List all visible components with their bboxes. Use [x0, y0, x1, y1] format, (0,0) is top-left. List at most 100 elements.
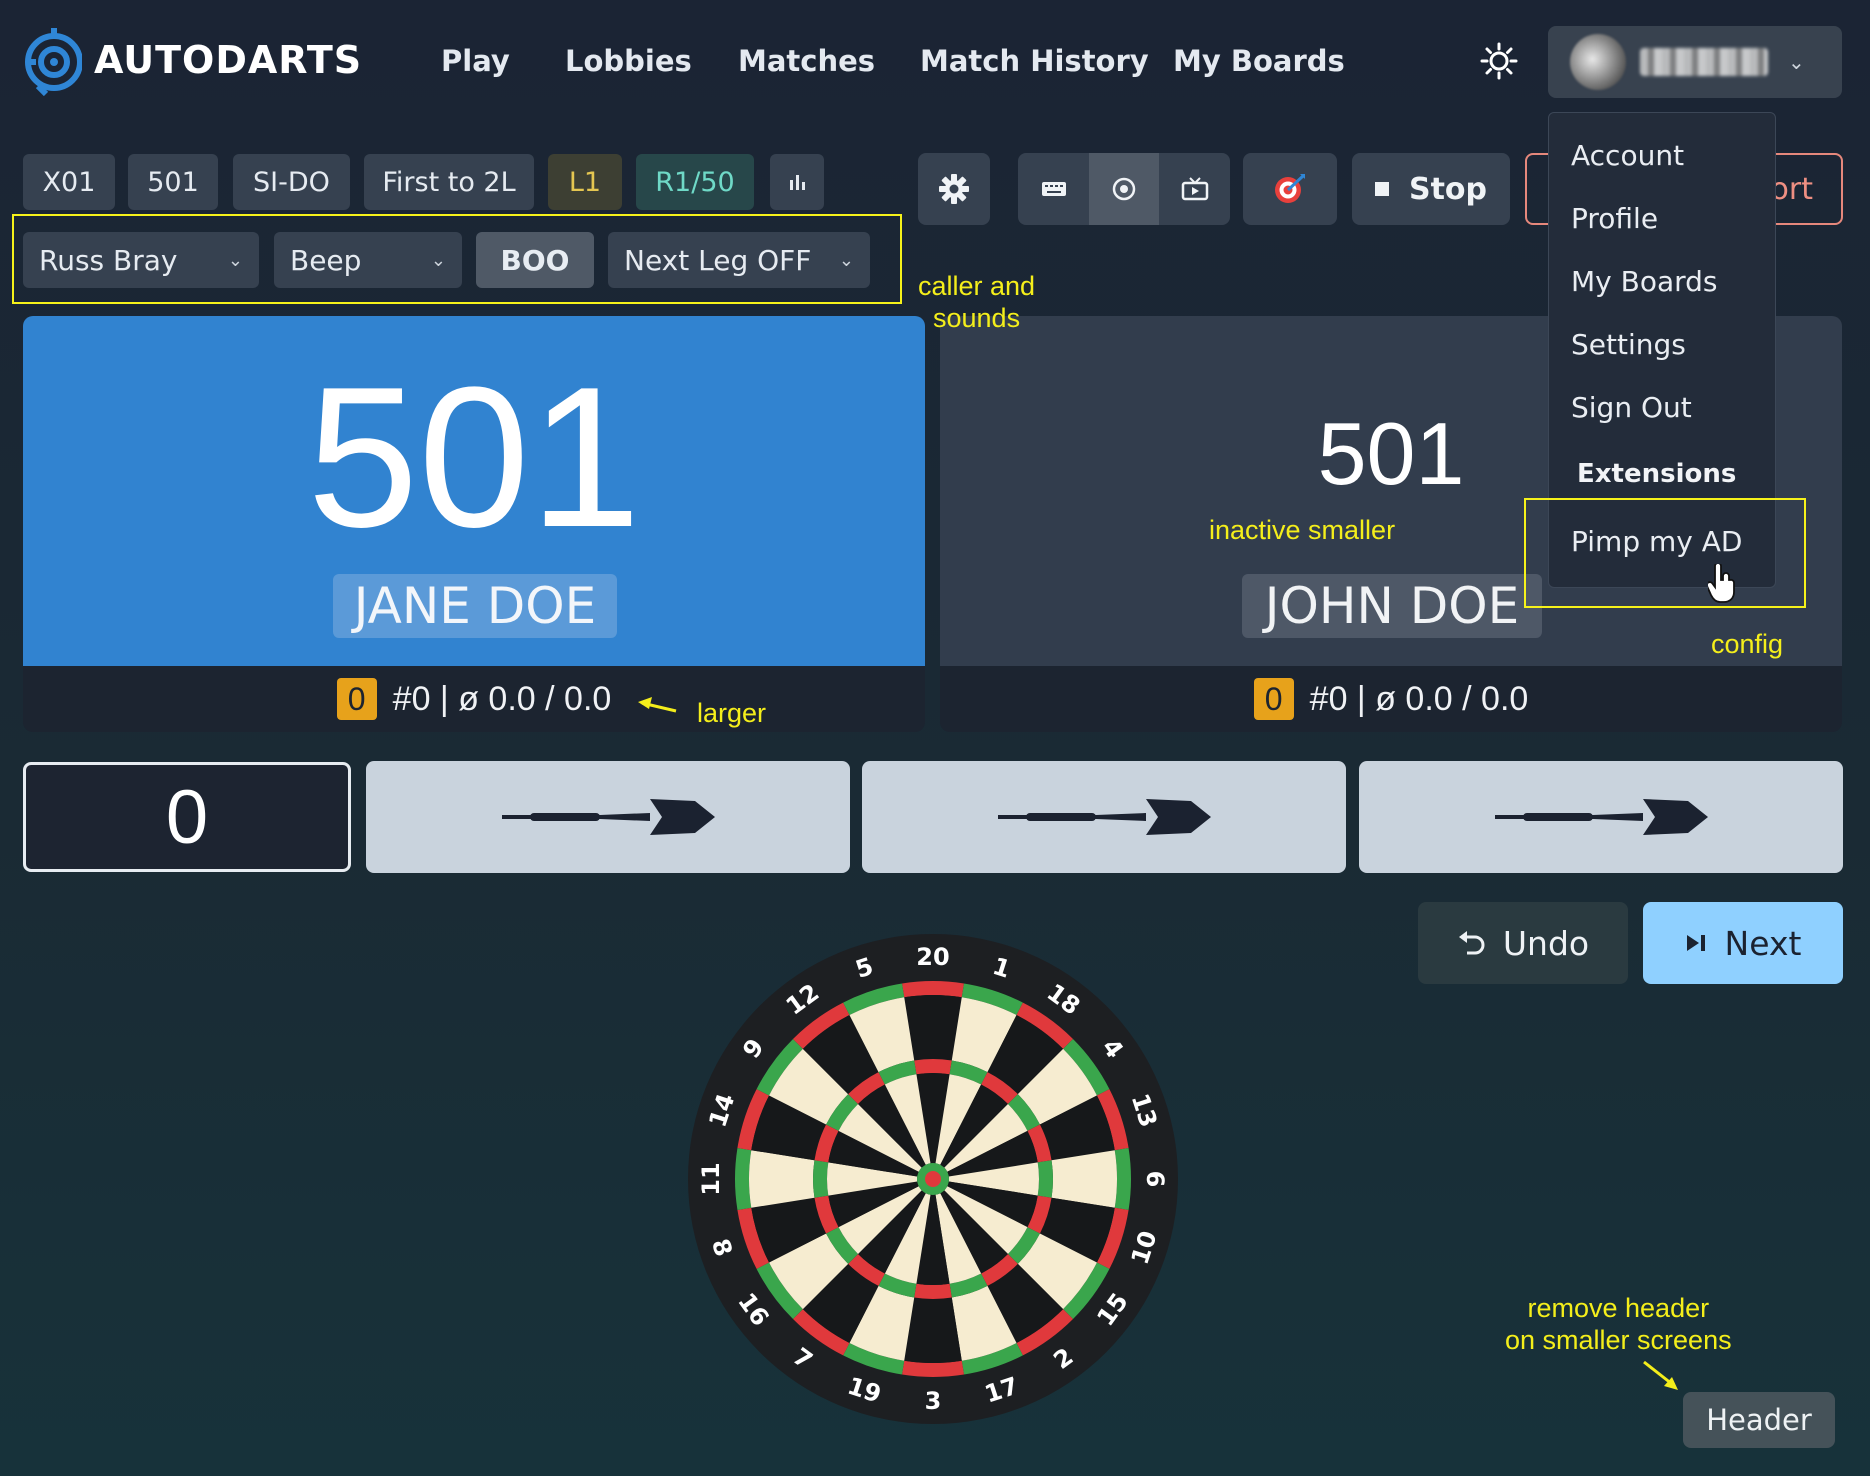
double-segment[interactable] — [735, 1148, 752, 1210]
player-card-active[interactable]: 501 JANE DOE 0 #0 | ø 0.0 / 0.0 — [23, 316, 925, 732]
stop-label: Stop — [1408, 171, 1488, 207]
dart-slot-2[interactable] — [862, 761, 1346, 873]
triple-segment[interactable] — [813, 1160, 829, 1198]
dartboard[interactable]: 20 11841361015217319716811149125 — [688, 934, 1178, 1424]
double-segment[interactable] — [902, 981, 964, 998]
chip-start-score[interactable]: 501 — [128, 154, 218, 210]
next-leg-select-value: Next Leg OFF — [624, 243, 812, 277]
outer-single-segment[interactable] — [904, 1297, 962, 1363]
board-view-button[interactable] — [1089, 153, 1159, 225]
hand-cursor-icon — [1708, 564, 1735, 603]
sound-select-value: Beep — [290, 243, 362, 277]
stop-button[interactable]: Stop — [1352, 153, 1510, 225]
next-button[interactable]: Next — [1643, 902, 1843, 984]
triple-segment[interactable] — [914, 1283, 952, 1299]
menu-item-account[interactable]: Account — [1571, 139, 1684, 172]
bullseye[interactable] — [925, 1171, 941, 1187]
logo[interactable]: AUTODARTS — [22, 24, 362, 96]
nav-play[interactable]: Play — [441, 44, 510, 78]
player-card-body: 501 JANE DOE — [23, 316, 925, 666]
turn-points: 0 — [23, 762, 351, 872]
settings-button[interactable] — [918, 153, 990, 225]
gear-icon — [939, 174, 969, 204]
annotation-remove-header-text: remove header on smaller screens — [1505, 1293, 1732, 1355]
username-redacted — [1640, 48, 1768, 76]
stop-icon — [1374, 182, 1389, 196]
double-segment[interactable] — [902, 1360, 964, 1377]
boo-button[interactable]: BOO — [476, 232, 594, 288]
menu-item-sign-out[interactable]: Sign Out — [1571, 391, 1692, 424]
player-stats-text: #0 | ø 0.0 / 0.0 — [1309, 679, 1529, 718]
outer-single-segment[interactable] — [749, 1150, 815, 1208]
dart-slot-3[interactable] — [1359, 761, 1843, 873]
annotation-arrow-header — [1643, 1360, 1678, 1390]
board-number: 11 — [697, 1162, 725, 1195]
export-label: ort — [1770, 171, 1813, 207]
player-stats-text: #0 | ø 0.0 / 0.0 — [392, 679, 612, 718]
chip-round-number[interactable]: R1/50 — [636, 154, 754, 210]
menu-heading-extensions: Extensions — [1577, 459, 1737, 489]
dart-icon — [998, 799, 1211, 835]
dart-icon — [502, 799, 715, 835]
menu-item-my-boards[interactable]: My Boards — [1571, 265, 1718, 298]
annotation-caller-sounds: caller and sounds — [918, 270, 1035, 334]
chevron-down-icon: ⌄ — [1788, 50, 1805, 74]
dart-slot-1[interactable] — [366, 761, 850, 873]
keyboard-icon — [1041, 182, 1066, 196]
dart-icon — [1495, 799, 1708, 835]
annotation-config: config — [1711, 629, 1784, 659]
pimp-highlight-box — [1524, 498, 1806, 608]
sound-select[interactable]: Beep ⌄ — [274, 232, 462, 288]
target-icon — [1112, 177, 1136, 201]
stats-icon[interactable] — [770, 154, 824, 210]
player-name: JOHN DOE — [1242, 574, 1542, 638]
triple-segment[interactable] — [914, 1059, 952, 1075]
user-menu-button[interactable]: ⌄ — [1548, 26, 1842, 98]
broadcast-view-button[interactable] — [1159, 153, 1230, 225]
tv-icon — [1181, 177, 1208, 201]
header-toggle-button[interactable]: Header — [1683, 1392, 1835, 1448]
chevron-down-icon: ⌄ — [430, 249, 446, 271]
annotation-caller-text: caller and sounds — [918, 271, 1036, 333]
leg-badge: 0 — [336, 678, 377, 720]
undo-button[interactable]: Undo — [1418, 902, 1628, 984]
caller-select[interactable]: Russ Bray ⌄ — [23, 232, 259, 288]
menu-item-settings[interactable]: Settings — [1571, 328, 1686, 361]
nav-lobbies[interactable]: Lobbies — [565, 44, 692, 78]
annotation-larger: larger — [697, 698, 767, 728]
chevron-down-icon: ⌄ — [227, 249, 243, 271]
player-stats: 0 #0 | ø 0.0 / 0.0 — [23, 666, 925, 732]
nav-matches[interactable]: Matches — [738, 44, 875, 78]
outer-single-segment[interactable] — [1051, 1150, 1117, 1208]
leg-badge: 0 — [1253, 678, 1294, 720]
board-number: 20 — [916, 943, 949, 971]
chip-in-out-mode[interactable]: SI-DO — [233, 154, 350, 210]
chevron-down-icon: ⌄ — [838, 249, 854, 271]
chip-leg-number[interactable]: L1 — [548, 154, 622, 210]
undo-icon — [1458, 931, 1485, 955]
double-segment[interactable] — [1114, 1148, 1131, 1210]
board-number: 6 — [1141, 1171, 1169, 1188]
triple-segment[interactable] — [1037, 1160, 1053, 1198]
undo-label: Undo — [1502, 923, 1590, 963]
nav-my-boards[interactable]: My Boards — [1173, 44, 1345, 78]
autodarts-logo-icon — [25, 28, 82, 96]
chip-legs[interactable]: First to 2L — [364, 154, 534, 210]
theme-toggle-icon[interactable] — [1480, 42, 1518, 84]
chip-game-mode[interactable]: X01 — [23, 154, 115, 210]
nav-match-history[interactable]: Match History — [920, 44, 1149, 78]
menu-item-profile[interactable]: Profile — [1571, 202, 1658, 235]
outer-single-segment[interactable] — [904, 995, 962, 1061]
player-name: JANE DOE — [333, 574, 617, 638]
next-leg-select[interactable]: Next Leg OFF ⌄ — [608, 232, 870, 288]
brand-name: AUTODARTS — [94, 38, 363, 82]
annotation-remove-header: remove header on smaller screens — [1505, 1292, 1732, 1356]
board-status-button[interactable] — [1243, 153, 1337, 225]
keyboard-input-button[interactable] — [1018, 153, 1089, 225]
annotation-arrow-larger — [638, 697, 677, 713]
annotation-inactive-smaller: inactive smaller — [1209, 515, 1396, 545]
board-number: 3 — [925, 1387, 942, 1415]
dartboard-status-icon — [1275, 174, 1305, 203]
avatar — [1570, 34, 1626, 90]
caller-select-value: Russ Bray — [39, 243, 178, 277]
